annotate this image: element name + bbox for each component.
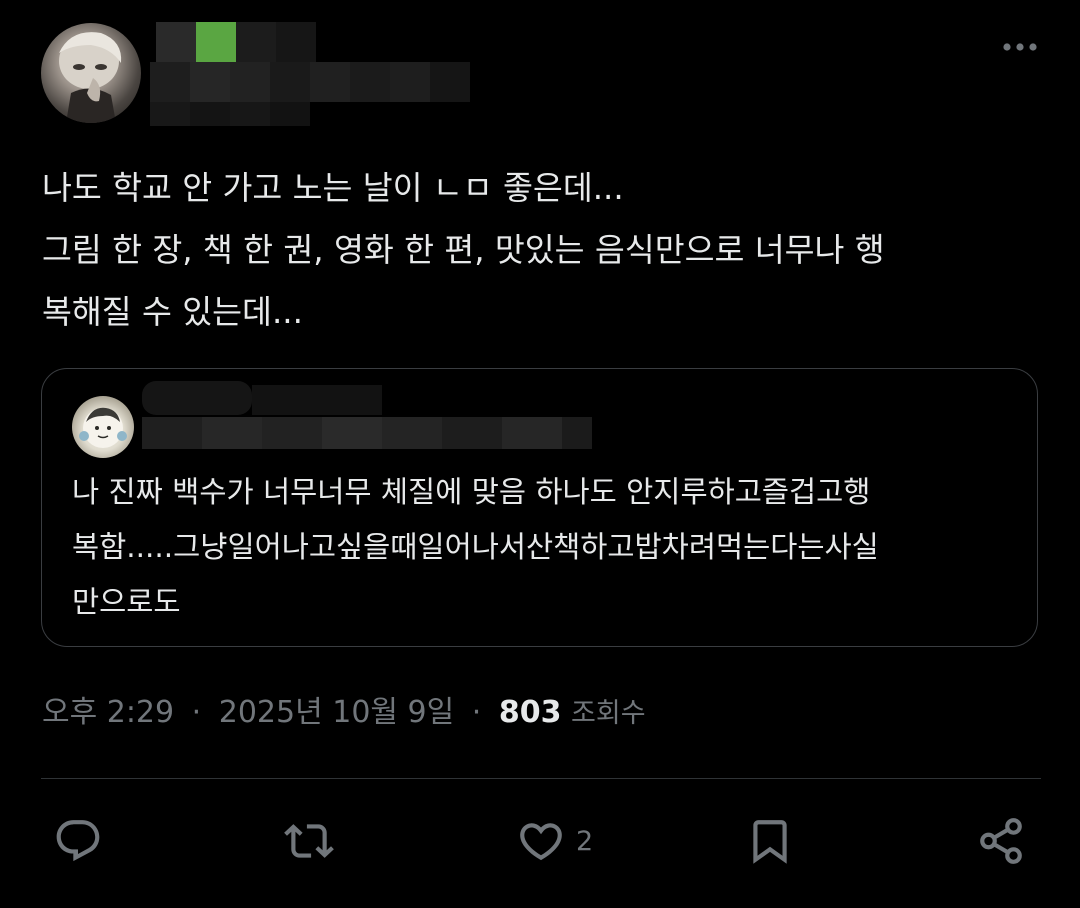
meta-separator: · xyxy=(471,695,482,730)
author-name-redacted xyxy=(150,22,480,132)
like-count: 2 xyxy=(576,825,594,857)
share-button[interactable] xyxy=(976,815,1026,867)
like-button[interactable]: 2 xyxy=(516,815,593,867)
quoted-tweet-text: 나 진짜 백수가 너무너무 체질에 맞음 하나도 안지루하고즐겁고행 복함...… xyxy=(72,465,1022,630)
reply-button[interactable] xyxy=(53,815,103,867)
quoted-text-line: 만으로도 xyxy=(72,585,181,619)
more-options-button[interactable] xyxy=(1000,32,1040,62)
heart-icon xyxy=(520,823,562,861)
avatar-photo xyxy=(59,32,122,123)
divider xyxy=(41,778,1041,779)
bookmark-button[interactable] xyxy=(745,815,795,867)
author-avatar[interactable] xyxy=(41,23,141,123)
share-icon xyxy=(980,818,1022,864)
quoted-text-line: 나 진짜 백수가 너무너무 체질에 맞음 하나도 안지루하고즐겁고행 xyxy=(72,475,871,509)
meta-separator: · xyxy=(191,695,202,730)
quoted-author-name-redacted xyxy=(142,381,602,451)
retweet-icon xyxy=(284,824,334,858)
tweet-text-line: 그림 한 장, 책 한 권, 영화 한 편, 맛있는 음식만으로 너무나 행 xyxy=(42,231,885,269)
tweet-text-line: 복해질 수 있는데... xyxy=(42,293,303,331)
bookmark-icon xyxy=(753,820,787,864)
reply-icon xyxy=(56,820,100,862)
tweet-time[interactable]: 오후 2:29 xyxy=(42,695,174,730)
quoted-author-avatar xyxy=(72,396,134,458)
tweet-text: 나도 학교 안 가고 노는 날이 ㄴㅁ 좋은데... 그림 한 장, 책 한 권… xyxy=(42,157,1042,343)
quoted-text-line: 복함.....그냥일어나고싶을때일어나서산책하고밥차려먹는다는사실 xyxy=(72,530,879,564)
quoted-tweet-card[interactable]: 나 진짜 백수가 너무너무 체질에 맞음 하나도 안지루하고즐겁고행 복함...… xyxy=(41,368,1038,647)
tweet-meta: 오후 2:29 · 2025년 10월 9일 · 803 조회수 xyxy=(42,693,646,734)
tweet-text-line: 나도 학교 안 가고 노는 날이 ㄴㅁ 좋은데... xyxy=(42,169,624,207)
retweet-button[interactable] xyxy=(284,815,334,867)
more-horizontal-icon xyxy=(1003,43,1037,51)
tweet-date[interactable]: 2025년 10월 9일 xyxy=(219,695,454,730)
views-label: 조회수 xyxy=(571,698,646,729)
quoted-avatar-drawing xyxy=(79,407,127,448)
views-count[interactable]: 803 xyxy=(499,695,562,730)
